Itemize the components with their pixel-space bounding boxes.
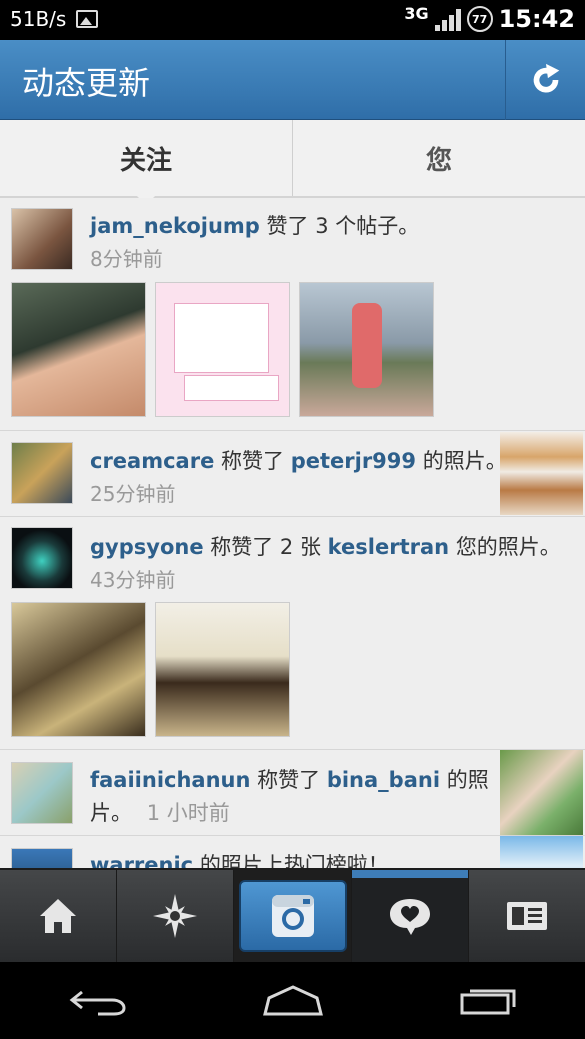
nav-profile-button[interactable] (468, 870, 585, 962)
activity-feed[interactable]: jam_nekojump 赞了 3 个帖子。 8分钟前 creamcare 称赞… (0, 198, 585, 868)
network-speed: 51B/s (10, 7, 67, 31)
avatar[interactable] (11, 848, 73, 868)
target-username-link[interactable]: keslertran (328, 535, 449, 559)
bottom-tab-bar (0, 868, 585, 962)
signal-icon (434, 7, 461, 31)
nav-camera-button[interactable] (234, 870, 352, 962)
home-outline-icon (262, 984, 323, 1015)
feed-item: warrenic 的照片上热门榜啦！ (0, 836, 585, 868)
post-thumbnail[interactable] (155, 282, 290, 417)
profile-icon (506, 902, 547, 930)
back-icon (69, 990, 126, 1015)
status-bar: 51B/s 3G 77 15:42 (0, 0, 585, 40)
timestamp: 8分钟前 (90, 247, 163, 271)
activity-tabs: 关注 您 (0, 120, 585, 208)
target-username-link[interactable]: bina_bani (327, 768, 440, 792)
username-link[interactable]: jam_nekojump (90, 214, 260, 238)
nav-news-button[interactable] (351, 870, 469, 962)
system-navigation-bar (0, 962, 585, 1039)
post-thumbnail[interactable] (11, 602, 146, 737)
liked-photo-thumbnail[interactable] (500, 432, 583, 515)
camera-icon (271, 895, 314, 937)
system-back-button[interactable] (58, 981, 138, 1021)
post-thumbnail[interactable] (11, 282, 146, 417)
feed-item: gypsyone 称赞了 2 张 keslertran 您的照片。 43分钟前 (0, 517, 585, 750)
refresh-icon (533, 63, 559, 93)
liked-photo-thumbnail[interactable] (500, 750, 583, 835)
username-link[interactable]: gypsyone (90, 535, 204, 559)
target-username-link[interactable]: peterjr999 (291, 449, 416, 473)
username-link[interactable]: warrenic (90, 853, 193, 868)
feed-item: faaiinichanun 称赞了 bina_bani 的照 片。 1 小时前 (0, 750, 585, 836)
tab-following[interactable]: 关注 (0, 120, 292, 208)
network-type: 3G (404, 3, 429, 23)
explore-icon (153, 894, 198, 938)
tab-you[interactable]: 您 (292, 120, 585, 196)
refresh-button[interactable] (505, 40, 585, 120)
app-header: 动态更新 (0, 40, 585, 120)
avatar[interactable] (11, 527, 73, 589)
page-title: 动态更新 (22, 64, 151, 102)
clock: 15:42 (498, 5, 575, 33)
feed-item: creamcare 称赞了 peterjr999 的照片。 25分钟前 (0, 431, 585, 517)
image-notification-icon (76, 10, 99, 28)
recent-apps-icon (460, 989, 515, 1014)
battery-icon: 77 (466, 6, 493, 32)
post-thumbnail[interactable] (299, 282, 434, 417)
nav-home-button[interactable] (0, 870, 118, 962)
avatar[interactable] (11, 442, 73, 504)
username-link[interactable]: creamcare (90, 449, 214, 473)
post-thumbnail[interactable] (155, 602, 290, 737)
timestamp: 25分钟前 (90, 482, 176, 506)
popular-photo-thumbnail[interactable] (500, 836, 583, 868)
home-icon (40, 899, 77, 933)
system-recent-apps-button[interactable] (448, 981, 528, 1021)
news-icon (389, 899, 430, 935)
system-home-button[interactable] (253, 981, 333, 1021)
username-link[interactable]: faaiinichanun (90, 768, 250, 792)
active-tab-indicator (351, 870, 468, 878)
timestamp: 1 小时前 (146, 801, 230, 825)
avatar[interactable] (11, 762, 73, 824)
feed-item: jam_nekojump 赞了 3 个帖子。 8分钟前 (0, 198, 585, 431)
avatar[interactable] (11, 208, 73, 270)
nav-explore-button[interactable] (117, 870, 235, 962)
timestamp: 43分钟前 (90, 568, 176, 592)
